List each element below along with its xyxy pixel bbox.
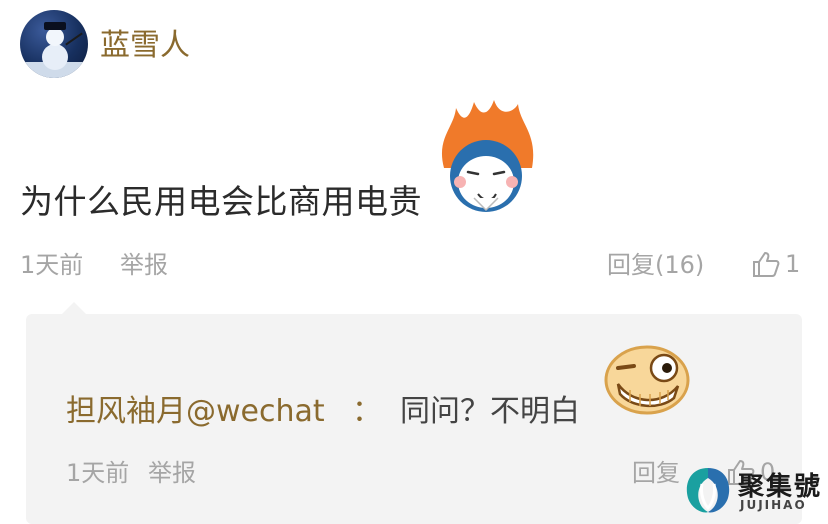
like-button[interactable]: 1 xyxy=(751,246,800,282)
reply-panel-notch xyxy=(62,302,86,314)
post-username[interactable]: 蓝雪人 xyxy=(100,26,190,66)
reply-report-button[interactable]: 举报 xyxy=(148,458,196,488)
watermark-name-en: JUJIHAO xyxy=(740,498,807,512)
grinning-face-emoji-icon xyxy=(604,345,690,415)
post-time: 1天前 xyxy=(20,251,84,279)
avatar-snowman-body xyxy=(42,44,68,70)
avatar-snowman-arm xyxy=(65,32,83,46)
post-text: 为什么民用电会比商用电贵 xyxy=(20,182,422,221)
reply-time: 1天前 xyxy=(66,459,130,487)
watermark: 聚集號 JUJIHAO xyxy=(680,462,828,516)
thumbs-up-icon xyxy=(753,252,780,277)
jujihao-logo-icon xyxy=(686,468,730,513)
report-button[interactable]: 举报 xyxy=(120,250,168,280)
fire-emoji-icon xyxy=(441,100,534,212)
reply-button[interactable]: 回复(16) xyxy=(607,250,704,280)
avatar-snowman-hat xyxy=(44,22,66,30)
user-avatar[interactable] xyxy=(20,10,88,78)
reply-reply-button[interactable]: 回复 xyxy=(632,458,680,488)
avatar-snowman-head xyxy=(46,28,64,46)
reply-text: 同问？不明白 xyxy=(400,394,580,429)
reply-colon: ： xyxy=(352,394,382,429)
reply-author[interactable]: 担风袖月@wechat xyxy=(66,392,325,432)
like-count: 1 xyxy=(785,250,801,278)
